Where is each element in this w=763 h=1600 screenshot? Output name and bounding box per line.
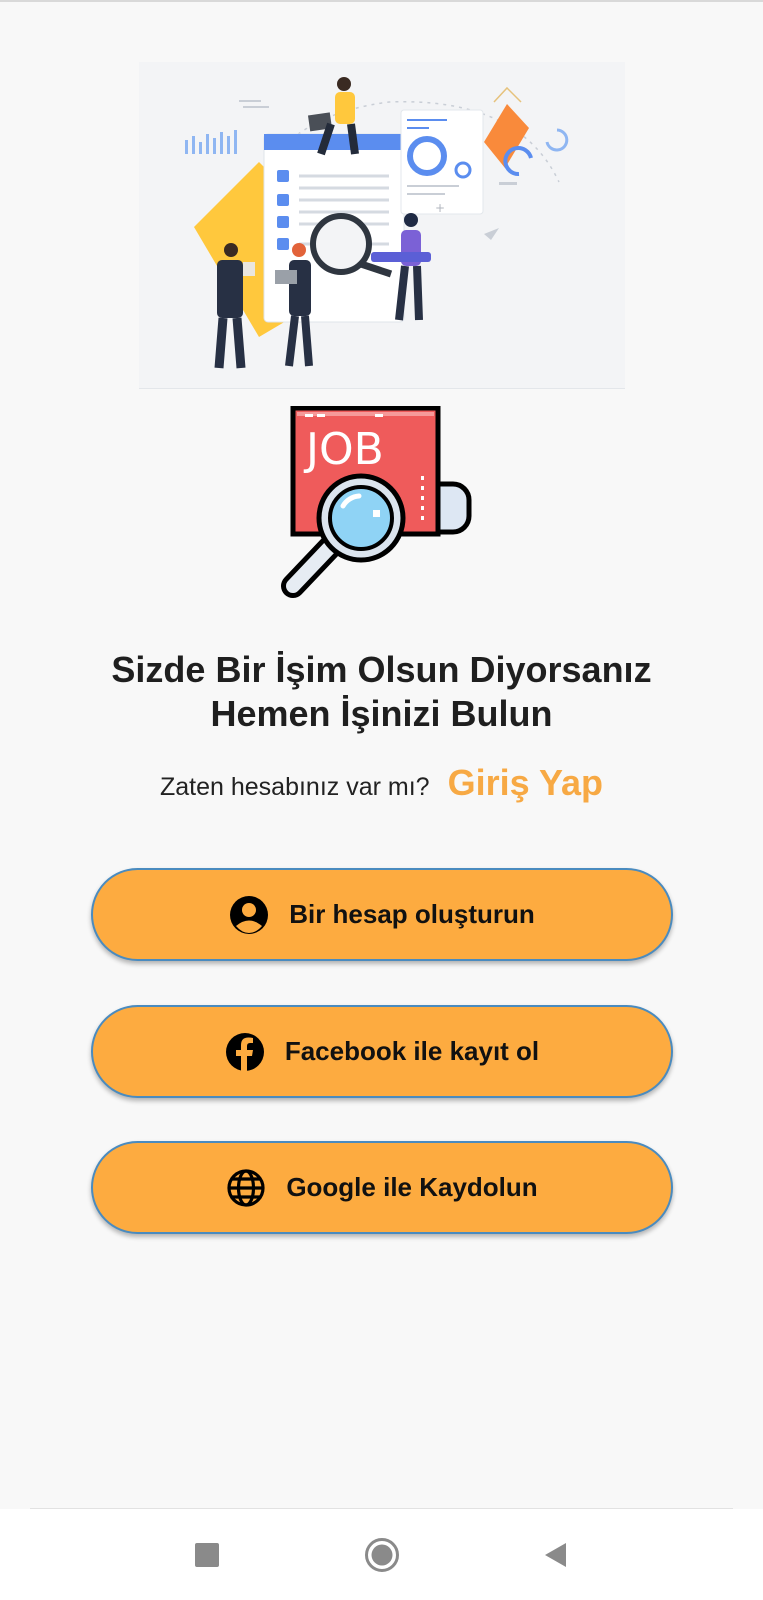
google-signup-label: Google ile Kaydolun [286,1172,538,1202]
facebook-signup-button[interactable]: Facebook ile kayıt ol [91,1005,673,1098]
google-signup-button[interactable]: Google ile Kaydolun [91,1141,673,1234]
login-question: Zaten hesabınız var mı? [159,773,430,801]
back-triangle-icon [545,1543,566,1567]
headline-line-1: Sizde Bir İşim Olsun Diyorsanız [111,649,652,690]
headline-line-2: Hemen İşinizi Bulun [210,693,553,734]
home-button[interactable] [358,1531,406,1579]
hero-illustration: + [139,62,625,389]
home-circle-icon [365,1538,399,1572]
svg-text:+: + [435,201,445,215]
login-prompt: Zaten hesabınız var mı? Giriş Yap [0,762,763,804]
create-account-label: Bir hesap oluşturun [289,899,535,929]
back-button[interactable] [532,1531,580,1579]
recents-button[interactable] [183,1531,231,1579]
job-search-logo: JOB [281,406,481,606]
create-account-button[interactable]: Bir hesap oluşturun [91,868,673,961]
login-link[interactable]: Giriş Yap [448,762,603,804]
facebook-icon [225,1032,265,1072]
job-logo-text: JOB [303,424,384,475]
facebook-signup-label: Facebook ile kayıt ol [284,1036,540,1066]
globe-icon [226,1168,266,1208]
system-navigation-bar [0,1509,763,1600]
account-circle-icon [229,895,269,935]
recents-square-icon [195,1543,219,1567]
headline: Sizde Bir İşim Olsun Diyorsanız Hemen İş… [40,648,723,736]
status-bar-edge [0,0,763,2]
